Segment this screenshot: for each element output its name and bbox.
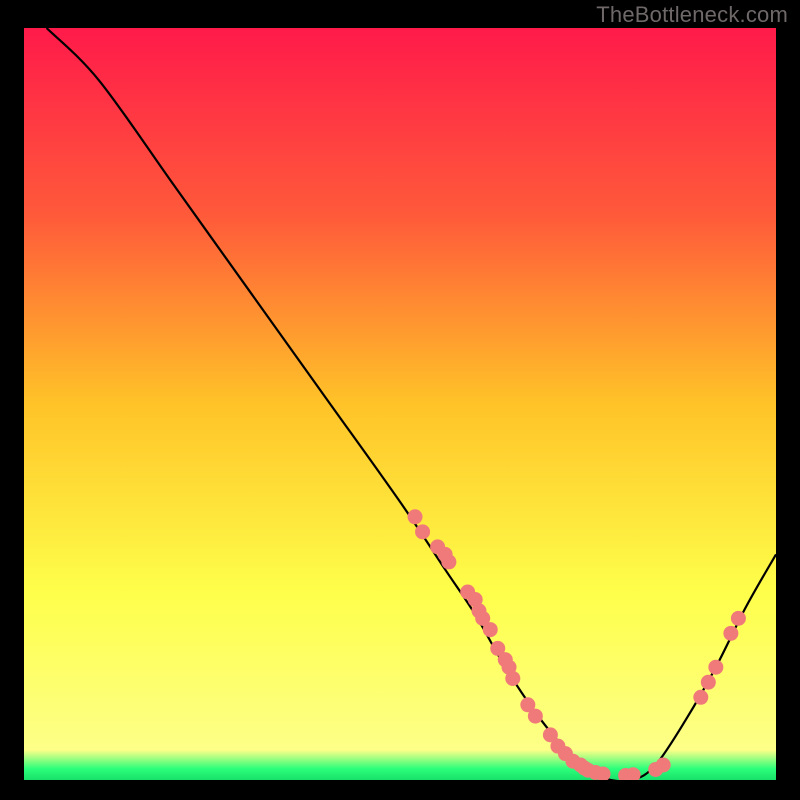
chart-frame: TheBottleneck.com (0, 0, 800, 800)
curve-marker (408, 509, 423, 524)
curve-marker (528, 709, 543, 724)
curve-marker (441, 554, 456, 569)
curve-marker (415, 524, 430, 539)
chart-plot-area (24, 28, 776, 780)
curve-marker (656, 757, 671, 772)
curve-marker (483, 622, 498, 637)
curve-marker (708, 660, 723, 675)
curve-marker (693, 690, 708, 705)
curve-marker (701, 675, 716, 690)
gradient-background (24, 28, 776, 780)
curve-marker (723, 626, 738, 641)
chart-svg (24, 28, 776, 780)
curve-marker (731, 611, 746, 626)
attribution-watermark: TheBottleneck.com (596, 2, 788, 28)
curve-marker (505, 671, 520, 686)
